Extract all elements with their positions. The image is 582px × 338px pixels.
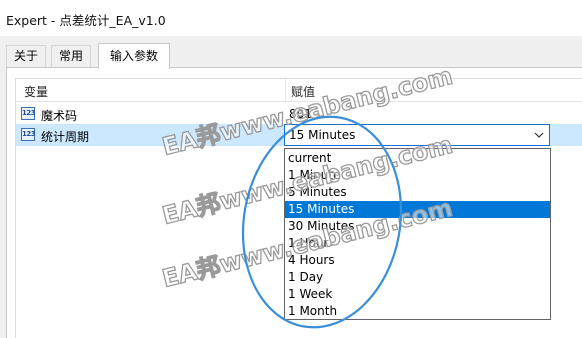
column-header-value[interactable]: 赋值 <box>291 83 315 100</box>
tab-inputs[interactable]: 输入参数 <box>98 43 170 69</box>
parameter-icon: 123 <box>21 107 36 120</box>
chevron-down-icon[interactable] <box>533 129 545 141</box>
tab-about[interactable]: 关于 <box>6 45 46 67</box>
parameter-icon: 123 <box>21 128 36 141</box>
tab-common[interactable]: 常用 <box>51 45 91 67</box>
dropdown-option[interactable]: 5 Minutes <box>285 184 550 201</box>
parameter-value[interactable]: 801 <box>289 107 312 121</box>
parameter-name: 统计周期 <box>41 130 90 144</box>
dropdown-option-selected[interactable]: 15 Minutes <box>285 201 550 218</box>
dropdown-option[interactable]: 1 Month <box>285 303 550 320</box>
parameter-name: 魔术码 <box>41 109 78 123</box>
list-header: 变量 赋值 <box>16 79 582 102</box>
dropdown-option[interactable]: 1 Minute <box>285 167 550 184</box>
period-dropdown-list: current 1 Minute 5 Minutes 15 Minutes 30… <box>284 148 551 320</box>
column-header-variable[interactable]: 变量 <box>24 83 48 100</box>
window-title: Expert - 点差统计_EA_v1.0 <box>6 13 166 28</box>
dropdown-option[interactable]: current <box>285 150 550 167</box>
parameter-row[interactable]: 123 魔术码 801 <box>16 103 582 125</box>
dropdown-option[interactable]: 1 Day <box>285 269 550 286</box>
title-bar: Expert - 点差统计_EA_v1.0 <box>0 0 582 36</box>
tab-label: 常用 <box>58 49 83 63</box>
tab-label: 关于 <box>13 49 38 63</box>
dropdown-option[interactable]: 4 Hours <box>285 252 550 269</box>
tab-label: 输入参数 <box>109 49 158 63</box>
period-select[interactable]: 15 Minutes <box>284 124 550 146</box>
dropdown-option[interactable]: 1 Hour <box>285 235 550 252</box>
dropdown-option[interactable]: 1 Week <box>285 286 550 303</box>
column-divider[interactable] <box>285 79 286 101</box>
dropdown-option[interactable]: 30 Minutes <box>285 218 550 235</box>
period-select-value: 15 Minutes <box>289 128 356 142</box>
